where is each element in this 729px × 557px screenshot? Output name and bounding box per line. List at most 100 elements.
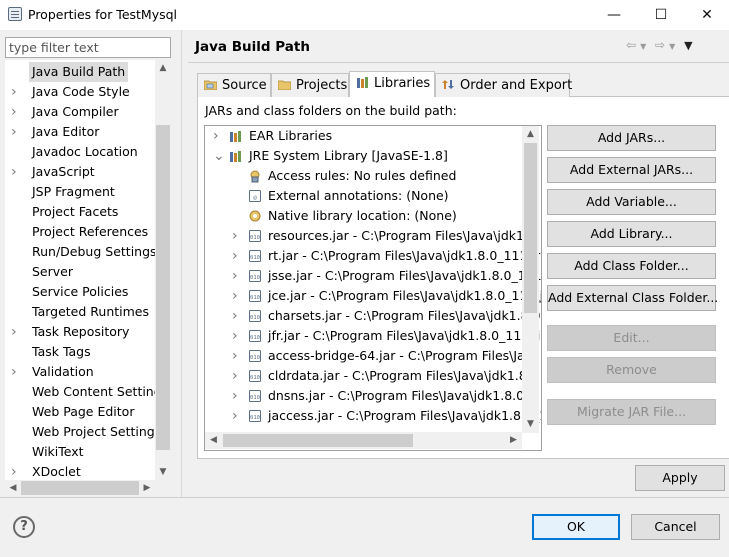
scroll-up-arrow-icon[interactable]: ▲ bbox=[155, 60, 171, 76]
scroll-right-arrow-icon[interactable]: ▶ bbox=[505, 432, 522, 449]
filter-input[interactable] bbox=[5, 37, 171, 58]
build-path-entry[interactable]: › 010 jce.jar - C:\Program Files\Java\jdk1… bbox=[205, 286, 541, 306]
migrate-jar-button[interactable]: Migrate JAR File... bbox=[547, 399, 716, 425]
scroll-down-arrow-icon[interactable]: ▼ bbox=[155, 464, 171, 480]
expand-chevron-icon[interactable]: › bbox=[232, 226, 242, 246]
tree-vertical-scrollbar[interactable]: ▲ ▼ bbox=[155, 60, 171, 480]
forward-dropdown-icon[interactable]: ▼ bbox=[669, 42, 676, 51]
ok-button[interactable]: OK bbox=[532, 514, 620, 540]
build-path-entry[interactable]: Access rules: No rules defined bbox=[205, 166, 521, 186]
tree-horizontal-scrollbar[interactable]: ◀ ▶ bbox=[5, 480, 155, 496]
build-path-entry[interactable]: › 010 access-bridge-64.jar - C:\Program Fi… bbox=[205, 346, 540, 366]
expand-chevron-icon[interactable]: › bbox=[232, 366, 242, 386]
scroll-right-arrow-icon[interactable]: ▶ bbox=[139, 480, 155, 496]
build-tree-horizontal-scrollbar[interactable]: ◀ ▶ bbox=[205, 432, 522, 449]
expand-chevron-icon[interactable]: › bbox=[232, 346, 242, 366]
expand-chevron-icon[interactable]: › bbox=[11, 322, 21, 342]
tree-item[interactable]: › Java Code Style bbox=[5, 82, 155, 102]
close-button[interactable]: ✕ bbox=[684, 0, 729, 30]
apply-button[interactable]: Apply bbox=[635, 465, 725, 491]
maximize-button[interactable]: ☐ bbox=[638, 0, 684, 30]
expand-chevron-icon[interactable]: › bbox=[11, 462, 21, 480]
scrollbar-thumb[interactable] bbox=[21, 481, 139, 495]
tree-item[interactable]: JSP Fragment bbox=[5, 182, 155, 202]
tree-item[interactable]: Project Facets bbox=[5, 202, 155, 222]
build-path-entry[interactable]: › 010 jaccess.jar - C:\Program Files\Java\… bbox=[205, 406, 541, 426]
scroll-down-arrow-icon[interactable]: ▼ bbox=[522, 416, 539, 433]
property-pages-tree[interactable]: Java Build Path › Java Code Style › Java Com… bbox=[5, 60, 171, 480]
add-jars-button[interactable]: Add JARs... bbox=[547, 125, 716, 151]
cancel-button[interactable]: Cancel bbox=[631, 514, 720, 540]
expand-chevron-icon[interactable]: › bbox=[232, 406, 242, 426]
tree-item[interactable]: Web Page Editor bbox=[5, 402, 155, 422]
expand-chevron-icon[interactable]: › bbox=[232, 246, 242, 266]
build-path-entry[interactable]: › 010 charsets.jar - C:\Program Files\Java… bbox=[205, 306, 541, 326]
build-path-entry[interactable]: › 010 cldrdata.jar - C:\Program Files\Java… bbox=[205, 366, 539, 386]
tree-item[interactable]: › JavaScript bbox=[5, 162, 155, 182]
build-path-tree[interactable]: › EAR Libraries ⌄ JRE System Library [JavaS… bbox=[204, 125, 542, 451]
add-class-folder-button[interactable]: Add Class Folder... bbox=[547, 253, 716, 279]
expand-chevron-icon[interactable]: › bbox=[232, 306, 242, 326]
tree-item[interactable]: WikiText bbox=[5, 442, 155, 462]
scrollbar-thumb[interactable] bbox=[223, 434, 413, 447]
tree-item[interactable]: Targeted Runtimes bbox=[5, 302, 155, 322]
expand-chevron-icon[interactable]: › bbox=[11, 162, 21, 182]
remove-button[interactable]: Remove bbox=[547, 357, 716, 383]
expand-chevron-icon[interactable]: › bbox=[11, 102, 21, 122]
expand-chevron-icon[interactable]: › bbox=[213, 126, 223, 146]
tree-item[interactable]: › Java Compiler bbox=[5, 102, 155, 122]
tab-order-and-export[interactable]: Order and Export bbox=[435, 73, 572, 97]
forward-arrow-icon[interactable]: ⇨ bbox=[655, 38, 666, 52]
build-path-entry[interactable]: ⌄ JRE System Library [JavaSE-1.8] bbox=[205, 146, 521, 166]
expand-chevron-icon[interactable]: › bbox=[11, 362, 21, 382]
build-tree-vertical-scrollbar[interactable]: ▲ ▼ bbox=[522, 126, 539, 433]
back-dropdown-icon[interactable]: ▼ bbox=[640, 42, 647, 51]
tab-projects[interactable]: Projects bbox=[271, 73, 349, 97]
tree-item[interactable]: Run/Debug Settings bbox=[5, 242, 157, 262]
tree-item[interactable]: › Task Repository bbox=[5, 322, 155, 342]
expand-chevron-icon[interactable]: › bbox=[11, 122, 21, 142]
add-external-jars-button[interactable]: Add External JARs... bbox=[547, 157, 716, 183]
add-external-class-folder-button[interactable]: Add External Class Folder... bbox=[547, 285, 718, 311]
expand-chevron-icon[interactable]: › bbox=[232, 326, 242, 346]
build-path-entry[interactable]: @ External annotations: (None) bbox=[205, 186, 521, 206]
minimize-button[interactable]: — bbox=[591, 0, 637, 30]
build-path-entry[interactable]: › 010 resources.jar - C:\Program Files\Jav… bbox=[205, 226, 536, 246]
sash-divider[interactable] bbox=[181, 30, 182, 498]
tree-item[interactable]: Project References bbox=[5, 222, 155, 242]
view-menu-icon[interactable]: ▼ bbox=[684, 39, 693, 52]
scrollbar-thumb[interactable] bbox=[524, 143, 537, 313]
tree-item[interactable]: Task Tags bbox=[5, 342, 155, 362]
scrollbar-thumb[interactable] bbox=[156, 125, 170, 450]
tree-item[interactable]: Javadoc Location bbox=[5, 142, 155, 162]
collapse-chevron-icon[interactable]: ⌄ bbox=[213, 146, 225, 166]
build-path-entry[interactable]: › 010 jfr.jar - C:\Program Files\Java\jdk1… bbox=[205, 326, 540, 346]
build-path-entry[interactable]: › 010 rt.jar - C:\Program Files\Java\jdk1.… bbox=[205, 246, 540, 266]
build-path-entry[interactable]: › 010 jsse.jar - C:\Program Files\Java\jdk… bbox=[205, 266, 541, 286]
edit-button[interactable]: Edit... bbox=[547, 325, 716, 351]
tree-item[interactable]: › Java Editor bbox=[5, 122, 155, 142]
scroll-up-arrow-icon[interactable]: ▲ bbox=[522, 126, 539, 143]
expand-chevron-icon[interactable]: › bbox=[232, 286, 242, 306]
scroll-left-arrow-icon[interactable]: ◀ bbox=[205, 432, 222, 449]
tree-item[interactable]: › XDoclet bbox=[5, 462, 155, 480]
tab-libraries[interactable]: Libraries bbox=[349, 71, 435, 97]
expand-chevron-icon[interactable]: › bbox=[232, 266, 242, 286]
add-library-button[interactable]: Add Library... bbox=[547, 221, 716, 247]
tree-item[interactable]: Server bbox=[5, 262, 155, 282]
build-path-entry[interactable]: Native library location: (None) bbox=[205, 206, 521, 226]
expand-chevron-icon[interactable]: › bbox=[11, 82, 21, 102]
tree-item[interactable]: Service Policies bbox=[5, 282, 155, 302]
tree-item[interactable]: Java Build Path bbox=[5, 62, 155, 82]
tree-item[interactable]: Web Content Settings bbox=[5, 382, 168, 402]
back-arrow-icon[interactable]: ⇦ bbox=[626, 38, 637, 52]
scroll-left-arrow-icon[interactable]: ◀ bbox=[5, 480, 21, 496]
help-icon[interactable]: ? bbox=[13, 516, 35, 538]
tree-item[interactable]: › Validation bbox=[5, 362, 155, 382]
expand-chevron-icon[interactable]: › bbox=[232, 386, 242, 406]
tree-item[interactable]: Web Project Settings bbox=[5, 422, 161, 442]
build-path-entry[interactable]: › EAR Libraries bbox=[205, 126, 521, 146]
tab-source[interactable]: Source bbox=[197, 73, 271, 97]
build-path-entry[interactable]: › 010 dnsns.jar - C:\Program Files\Java\jd… bbox=[205, 386, 538, 406]
add-variable-button[interactable]: Add Variable... bbox=[547, 189, 716, 215]
